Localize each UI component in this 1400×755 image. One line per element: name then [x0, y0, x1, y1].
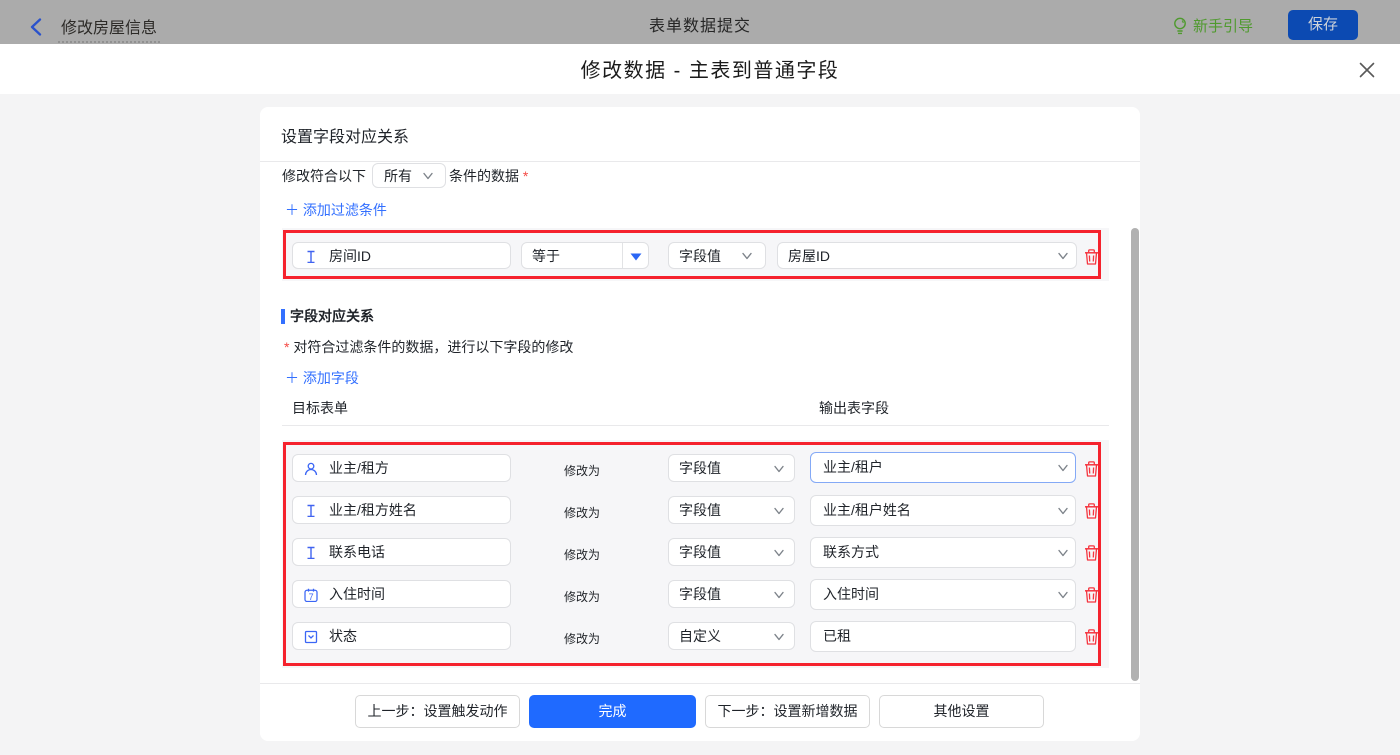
svg-text:7: 7 [309, 592, 314, 602]
